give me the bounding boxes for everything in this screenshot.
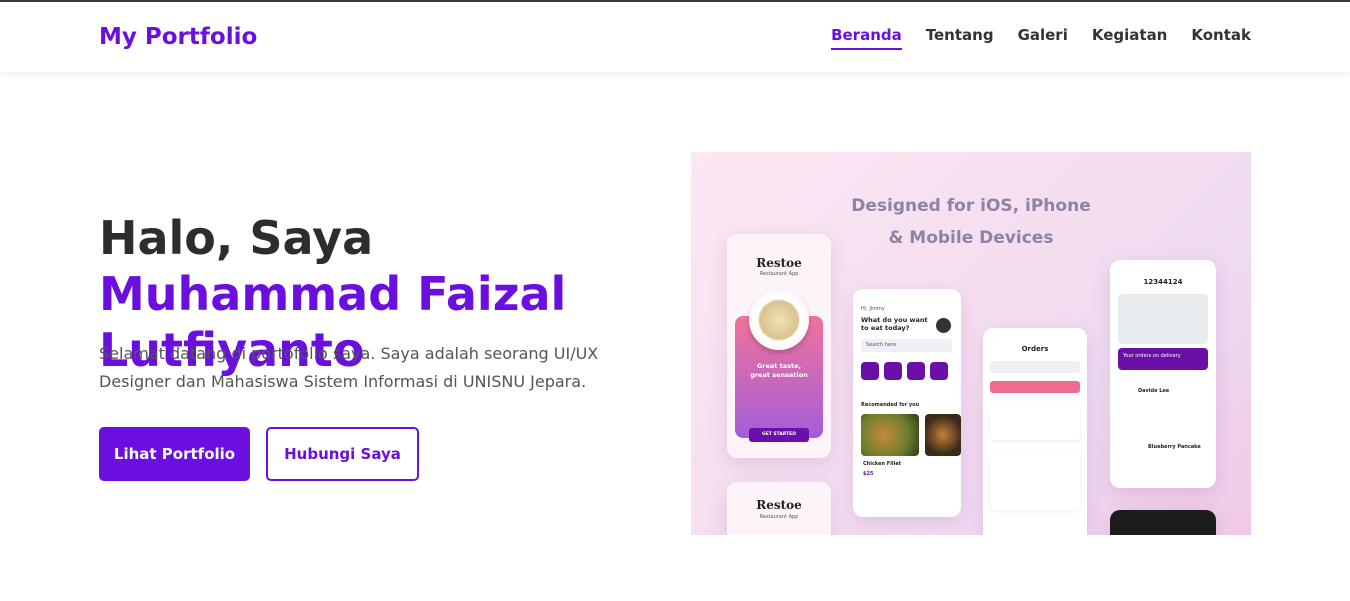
phone-mockup-dark (1110, 510, 1216, 535)
category-icons (861, 362, 961, 380)
nav-link-galeri[interactable]: Galeri (1018, 26, 1068, 50)
showcase-heading-line1: Designed for iOS, iPhone (851, 196, 1091, 216)
category-icon (884, 362, 902, 380)
contact-me-button[interactable]: Hubungi Saya (266, 427, 419, 481)
view-portfolio-button[interactable]: Lihat Portfolio (99, 427, 250, 481)
phone2-greeting: Hi, Jimmy (861, 306, 885, 312)
order-search-bar (990, 361, 1080, 373)
order-filter-tabs (990, 381, 1080, 393)
phone2-question: What do you want to eat today? (861, 316, 928, 332)
main-nav: Beranda Tentang Galeri Kegiatan Kontak (831, 26, 1251, 50)
phone-mockup-orders: Orders (983, 328, 1087, 535)
phone1-tagline: Great taste, great sensation (750, 362, 808, 379)
phone4-courier: Davide Lee (1138, 388, 1170, 394)
nav-link-tentang[interactable]: Tentang (926, 26, 994, 50)
category-icon (907, 362, 925, 380)
phone1-brand: Restoe (756, 256, 802, 270)
site-header: My Portfolio Beranda Tentang Galeri Kegi… (0, 2, 1350, 72)
phone2-price: $25 (863, 471, 874, 477)
phone2-item: Chicken Fillet (863, 461, 902, 467)
hero-description: Selamat datang di portofolio saya. Saya … (99, 344, 599, 391)
phone1-cta: GET STARTED (749, 428, 809, 442)
phone5-subtitle: Restaurant App (759, 514, 799, 520)
food-image (861, 414, 919, 456)
order-card (990, 450, 1080, 510)
nav-link-kegiatan[interactable]: Kegiatan (1092, 26, 1168, 50)
phone3-title: Orders (1021, 345, 1049, 353)
phone4-order-id: 12344124 (1143, 278, 1183, 286)
food-image (925, 414, 961, 456)
phone4-delivery: Your orders on delivery (1118, 348, 1208, 370)
nav-link-beranda[interactable]: Beranda (831, 26, 902, 50)
nav-link-kontak[interactable]: Kontak (1191, 26, 1251, 50)
phone2-section: Recomended for you (861, 402, 920, 408)
phone5-brand: Restoe (756, 498, 802, 512)
avatar (936, 318, 951, 333)
showcase-image: Designed for iOS, iPhone & Mobile Device… (691, 152, 1251, 535)
phone4-item: Blueberry Pancake (1148, 444, 1201, 450)
phone-mockup-splash-2: Restoe Restaurant App (727, 482, 831, 535)
pasta-plate-icon (749, 290, 809, 350)
phone-mockup-home: Hi, Jimmy What do you want to eat today?… (853, 289, 961, 517)
phone2-search: Search here (861, 339, 952, 352)
hero-title-plain: Halo, Saya (99, 211, 374, 265)
map-view (1118, 294, 1208, 344)
phone-mockup-splash: Restoe Restaurant App Great taste, great… (727, 234, 831, 458)
order-card (990, 402, 1080, 440)
phone-mockup-tracking: 12344124 Your orders on delivery Davide … (1110, 260, 1216, 488)
category-icon (861, 362, 879, 380)
brand-logo[interactable]: My Portfolio (99, 24, 257, 50)
category-icon (930, 362, 948, 380)
phone1-subtitle: Restaurant App (759, 271, 799, 277)
